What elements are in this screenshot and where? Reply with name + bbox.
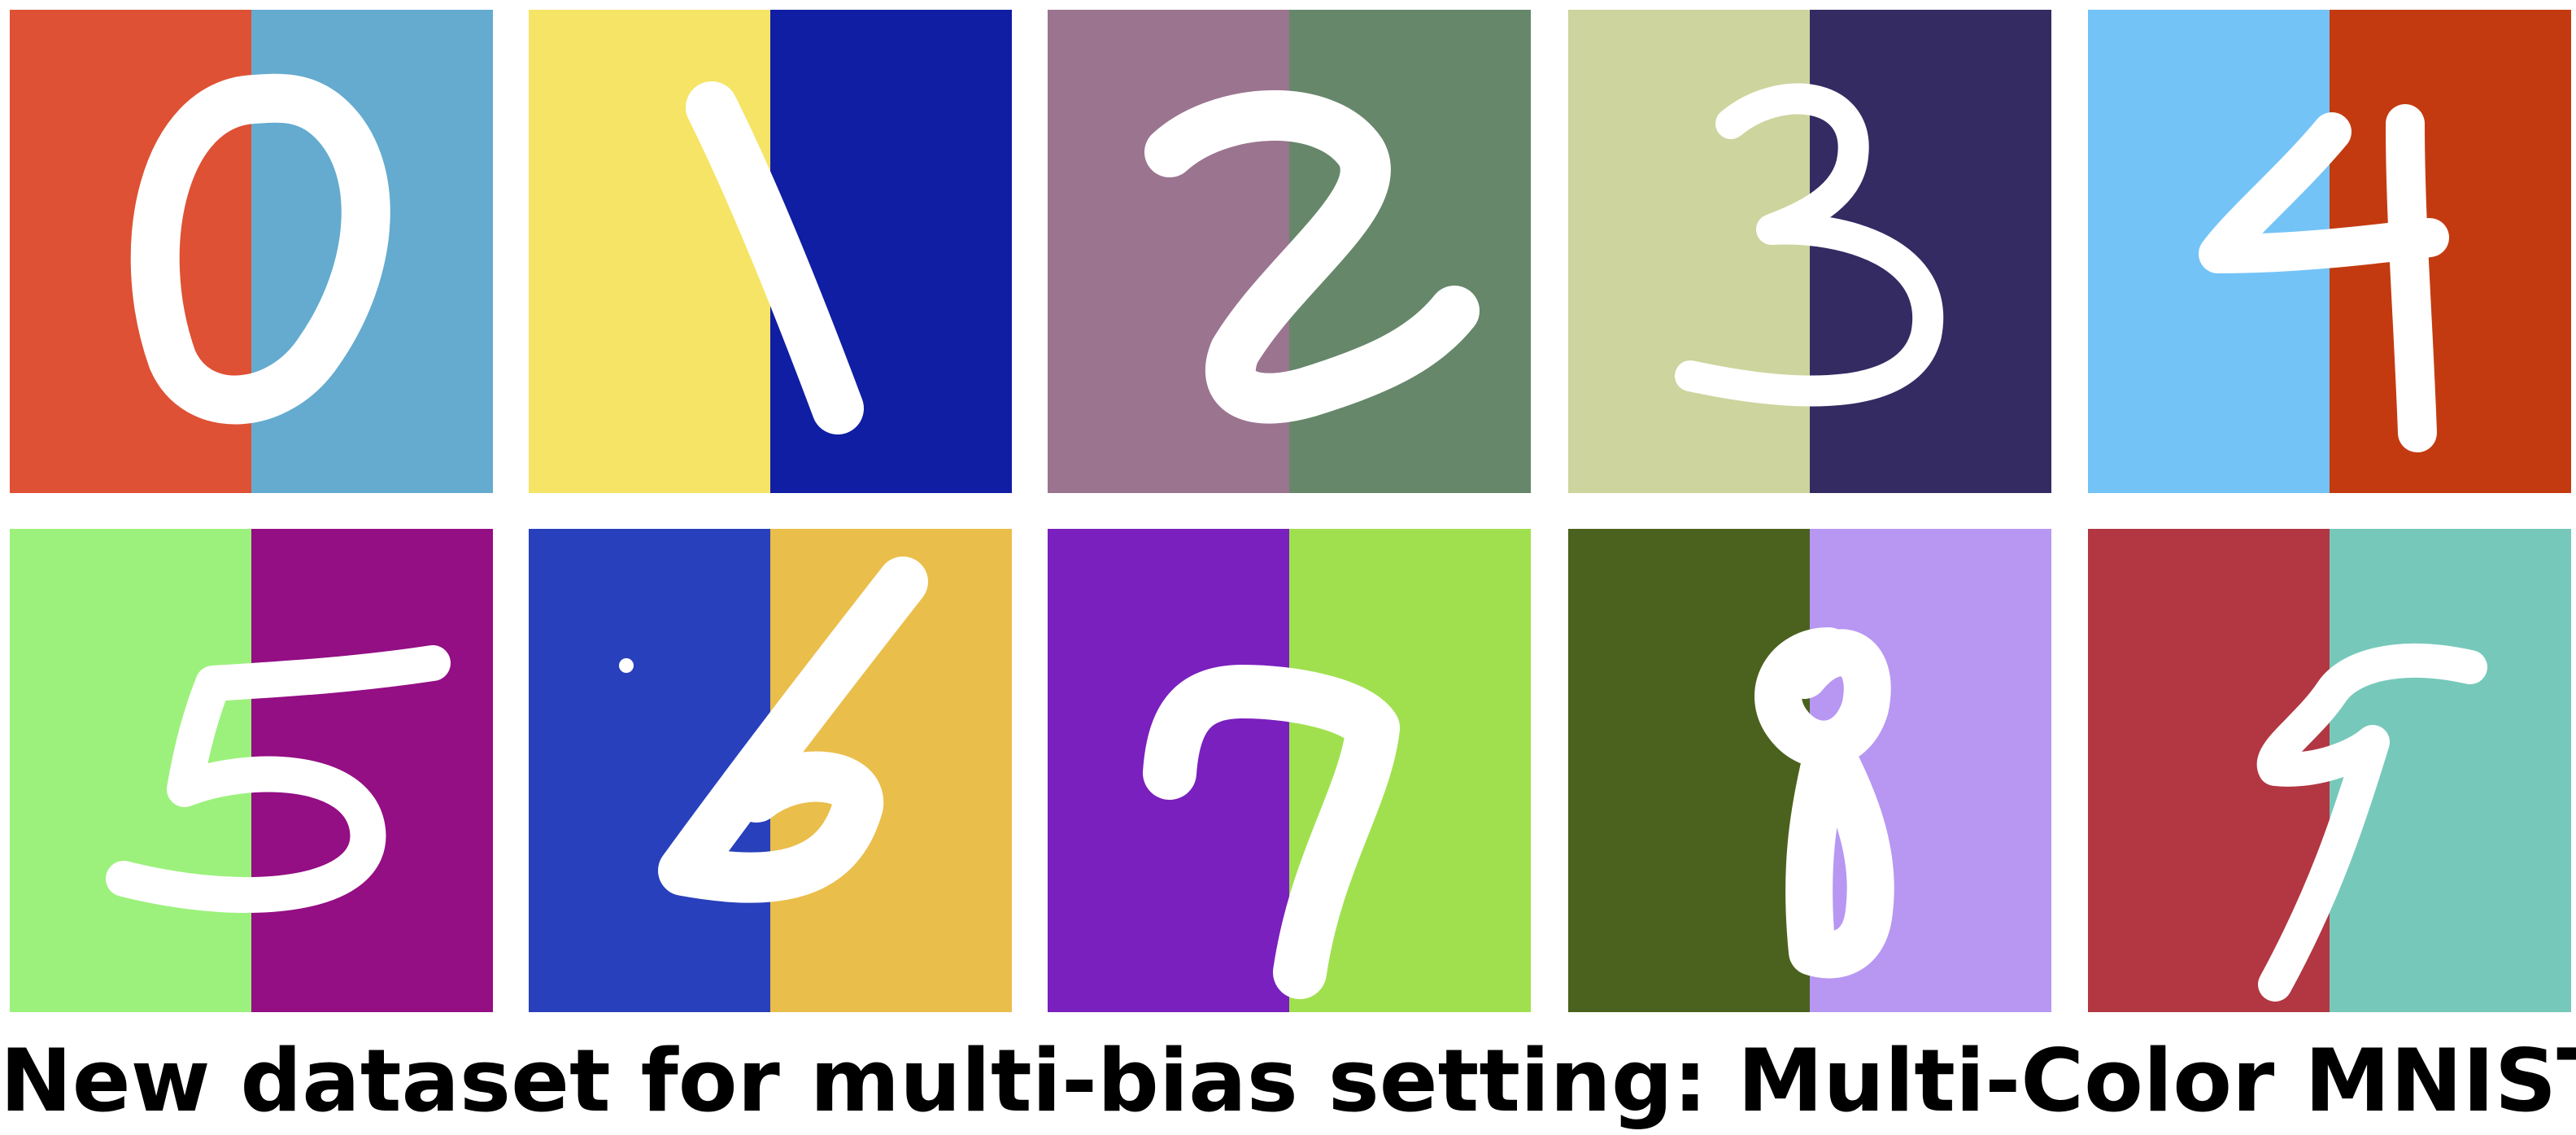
right-color-half xyxy=(770,10,1012,493)
digit-tile-0 xyxy=(10,10,493,493)
digit-image-9 xyxy=(2088,529,2571,1012)
digit-tile-7 xyxy=(1048,529,1531,1012)
digit-image-2 xyxy=(1048,10,1531,493)
digit-image-4 xyxy=(2088,10,2571,493)
digit-tile-5 xyxy=(10,529,493,1012)
digit-image-5 xyxy=(10,529,493,1012)
ink-speck xyxy=(619,658,634,673)
digit-image-7 xyxy=(1048,529,1531,1012)
digit-image-8 xyxy=(1568,529,2051,1012)
digit-tile-2 xyxy=(1048,10,1531,493)
figure-caption: New dataset for multi-bias setting: Mult… xyxy=(0,1031,2576,1131)
digit-tile-8 xyxy=(1568,529,2051,1012)
digit-image-grid xyxy=(0,0,2576,1017)
digit-tile-6 xyxy=(529,529,1012,1012)
digit-tile-3 xyxy=(1568,10,2051,493)
digit-image-6 xyxy=(529,529,1012,1012)
left-color-half xyxy=(1568,529,1810,1012)
digit-image-0 xyxy=(10,10,493,493)
digit-tile-4 xyxy=(2088,10,2571,493)
left-color-half xyxy=(529,10,770,493)
digit-tile-1 xyxy=(529,10,1012,493)
left-color-half xyxy=(1568,10,1810,493)
digit-image-1 xyxy=(529,10,1012,493)
digit-tile-9 xyxy=(2088,529,2571,1012)
digit-image-3 xyxy=(1568,10,2051,493)
